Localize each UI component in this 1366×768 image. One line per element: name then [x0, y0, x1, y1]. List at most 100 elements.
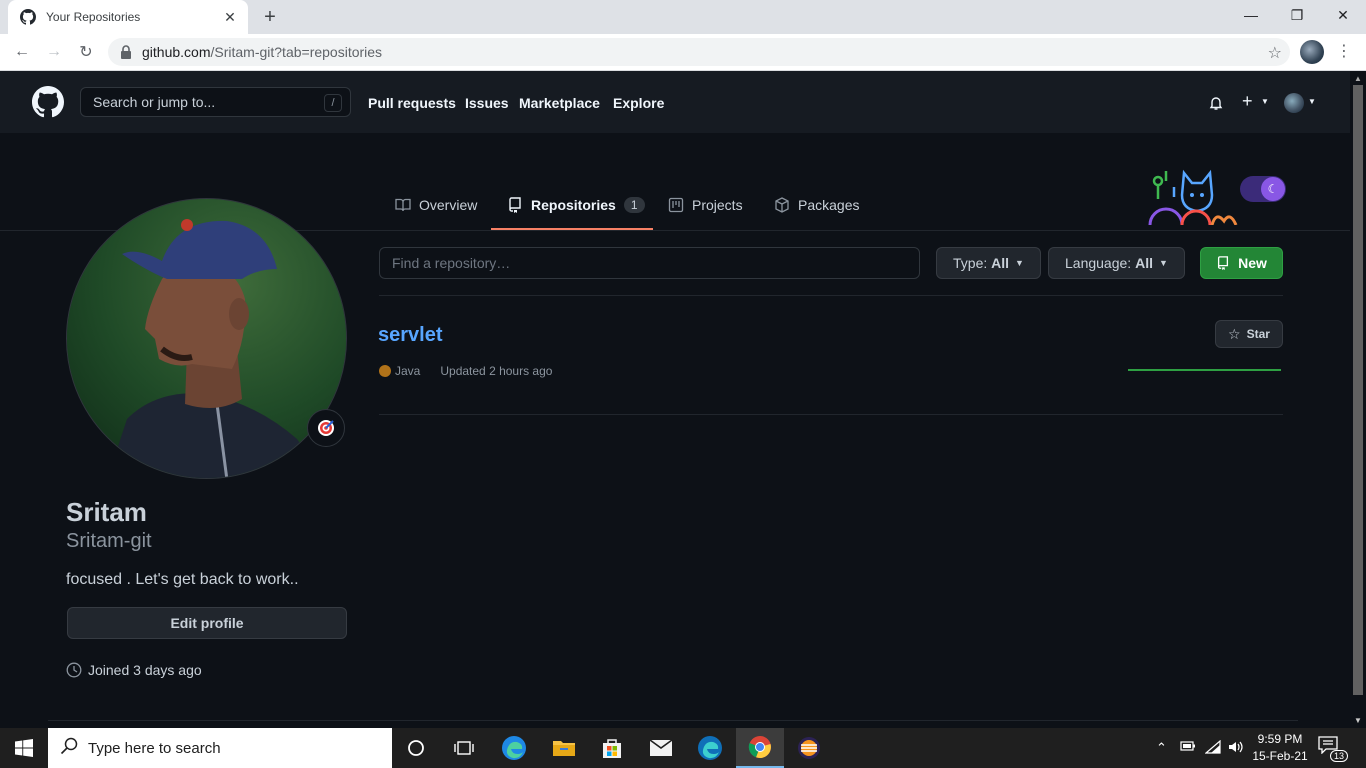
- search-input[interactable]: Search or jump to... /: [80, 87, 351, 117]
- tab-projects[interactable]: Projects: [668, 197, 743, 213]
- repo-name-link[interactable]: servlet: [378, 324, 443, 347]
- repo-updated: Updated 2 hours ago: [440, 364, 553, 378]
- search-shortcut-key: /: [324, 94, 342, 112]
- volume-icon[interactable]: [1228, 740, 1244, 757]
- url-path: /Sritam-git?tab=repositories: [210, 44, 383, 60]
- scrollbar-thumb[interactable]: [1353, 85, 1363, 695]
- tab-packages[interactable]: Packages: [774, 197, 859, 213]
- nav-marketplace[interactable]: Marketplace: [519, 95, 600, 111]
- type-filter-dropdown[interactable]: Type: All ▼: [936, 247, 1041, 279]
- lock-icon: [120, 45, 134, 59]
- caret-down-icon: ▼: [1158, 258, 1168, 268]
- octocat-illustration: [1144, 165, 1254, 226]
- chrome-menu-icon[interactable]: ⋮: [1336, 41, 1352, 61]
- browser-tab-title: Your Repositories: [46, 10, 141, 24]
- tab-overview[interactable]: Overview: [395, 197, 477, 213]
- bookmark-star-icon[interactable]: ☆: [1268, 43, 1282, 63]
- wifi-icon[interactable]: [1204, 739, 1221, 757]
- caret-down-icon: ▼: [1015, 258, 1024, 268]
- chrome-icon[interactable]: [736, 728, 784, 768]
- profile-avatar[interactable]: [66, 198, 347, 479]
- tab-overview-label: Overview: [419, 197, 478, 213]
- clock-icon: [66, 662, 82, 678]
- tab-projects-label: Projects: [692, 197, 743, 213]
- footer-divider: [48, 720, 1298, 721]
- tab-packages-label: Packages: [798, 197, 860, 213]
- taskbar-clock[interactable]: 9:59 PM 15-Feb-21: [1250, 731, 1310, 765]
- nav-issues[interactable]: Issues: [465, 95, 509, 111]
- action-center-icon[interactable]: 13: [1318, 736, 1348, 762]
- theme-toggle[interactable]: ☾: [1240, 176, 1286, 202]
- back-icon[interactable]: ←: [10, 40, 34, 64]
- moon-icon: ☾: [1261, 177, 1285, 201]
- new-repository-button[interactable]: New: [1200, 247, 1283, 279]
- url-host: github.com: [142, 44, 211, 60]
- scroll-down-icon[interactable]: ▼: [1354, 716, 1362, 725]
- project-icon: [668, 197, 684, 213]
- language-filter-label: Language:: [1065, 255, 1132, 271]
- restore-icon[interactable]: ❐: [1274, 0, 1320, 30]
- edit-profile-button[interactable]: Edit profile: [67, 607, 347, 639]
- chrome-profile-avatar[interactable]: [1300, 40, 1324, 64]
- bell-icon[interactable]: [1208, 95, 1224, 114]
- search-icon: [60, 737, 78, 760]
- browser-tab[interactable]: Your Repositories ✕: [8, 0, 248, 34]
- star-icon: ☆: [1228, 325, 1241, 342]
- notification-count-badge: 13: [1329, 750, 1348, 762]
- edge-icon[interactable]: [490, 728, 538, 768]
- address-bar[interactable]: github.com/Sritam-git?tab=repositories ☆: [108, 38, 1290, 66]
- mail-icon[interactable]: [637, 728, 685, 768]
- profile-full-name: Sritam: [66, 497, 147, 527]
- active-tab-underline: [491, 228, 653, 230]
- find-repository-input[interactable]: Find a repository…: [379, 247, 920, 279]
- page-scrollbar[interactable]: ▲ ▼: [1350, 71, 1366, 728]
- battery-icon[interactable]: [1180, 740, 1196, 755]
- nav-explore[interactable]: Explore: [613, 95, 664, 111]
- browser-tab-strip: Your Repositories ✕ + — ❐ ✕: [0, 0, 1366, 34]
- scroll-up-icon[interactable]: ▲: [1354, 74, 1362, 83]
- minimize-icon[interactable]: —: [1228, 0, 1274, 30]
- new-tab-icon[interactable]: +: [258, 5, 282, 29]
- nav-pull-requests[interactable]: Pull requests: [368, 95, 456, 111]
- task-view-icon[interactable]: [440, 728, 488, 768]
- repositories-count-badge: 1: [623, 197, 645, 213]
- repo-meta: Java Updated 2 hours ago: [379, 364, 552, 378]
- windows-taskbar: Type here to search ⌃ 9:59 PM 15-Feb-21: [0, 728, 1366, 768]
- language-color-dot: [379, 365, 391, 377]
- type-filter-value: All: [991, 255, 1010, 271]
- tab-repositories[interactable]: Repositories 1: [507, 197, 645, 213]
- github-favicon-icon: [20, 9, 36, 25]
- close-tab-icon[interactable]: ✕: [220, 7, 240, 27]
- reload-icon[interactable]: ↻: [74, 40, 98, 64]
- status-dart-icon[interactable]: [307, 409, 345, 447]
- new-repository-label: New: [1238, 255, 1267, 271]
- edge-dev-icon[interactable]: [686, 728, 734, 768]
- repo-icon: [1216, 255, 1232, 271]
- repo-icon: [507, 197, 523, 213]
- chevron-down-icon[interactable]: ▼: [1261, 97, 1269, 106]
- language-filter-dropdown[interactable]: Language: All ▼: [1048, 247, 1185, 279]
- search-placeholder: Search or jump to...: [93, 94, 216, 110]
- eclipse-icon[interactable]: [785, 728, 833, 768]
- taskbar-search-input[interactable]: Type here to search: [48, 728, 392, 768]
- user-avatar-icon[interactable]: [1284, 93, 1304, 113]
- file-explorer-icon[interactable]: [540, 728, 588, 768]
- github-logo-icon[interactable]: [32, 86, 64, 118]
- cortana-icon[interactable]: [392, 728, 440, 768]
- star-button[interactable]: ☆ Star: [1215, 320, 1283, 348]
- browser-toolbar: ← → ↻ github.com/Sritam-git?tab=reposito…: [0, 34, 1366, 71]
- taskbar-search-placeholder: Type here to search: [88, 739, 221, 757]
- microsoft-store-icon[interactable]: [588, 728, 636, 768]
- joined-date: Joined 3 days ago: [66, 662, 202, 678]
- create-new-icon[interactable]: +: [1242, 91, 1253, 112]
- list-divider-bottom: [379, 414, 1283, 415]
- forward-icon[interactable]: →: [42, 40, 66, 64]
- close-window-icon[interactable]: ✕: [1320, 0, 1366, 30]
- windows-start-icon[interactable]: [0, 728, 48, 768]
- profile-username: Sritam-git: [66, 530, 152, 552]
- type-filter-label: Type:: [953, 255, 988, 271]
- clock-date: 15-Feb-21: [1252, 749, 1308, 763]
- tray-chevron-up-icon[interactable]: ⌃: [1156, 740, 1167, 756]
- tab-repositories-label: Repositories: [531, 197, 616, 213]
- chevron-down-icon[interactable]: ▼: [1308, 97, 1316, 106]
